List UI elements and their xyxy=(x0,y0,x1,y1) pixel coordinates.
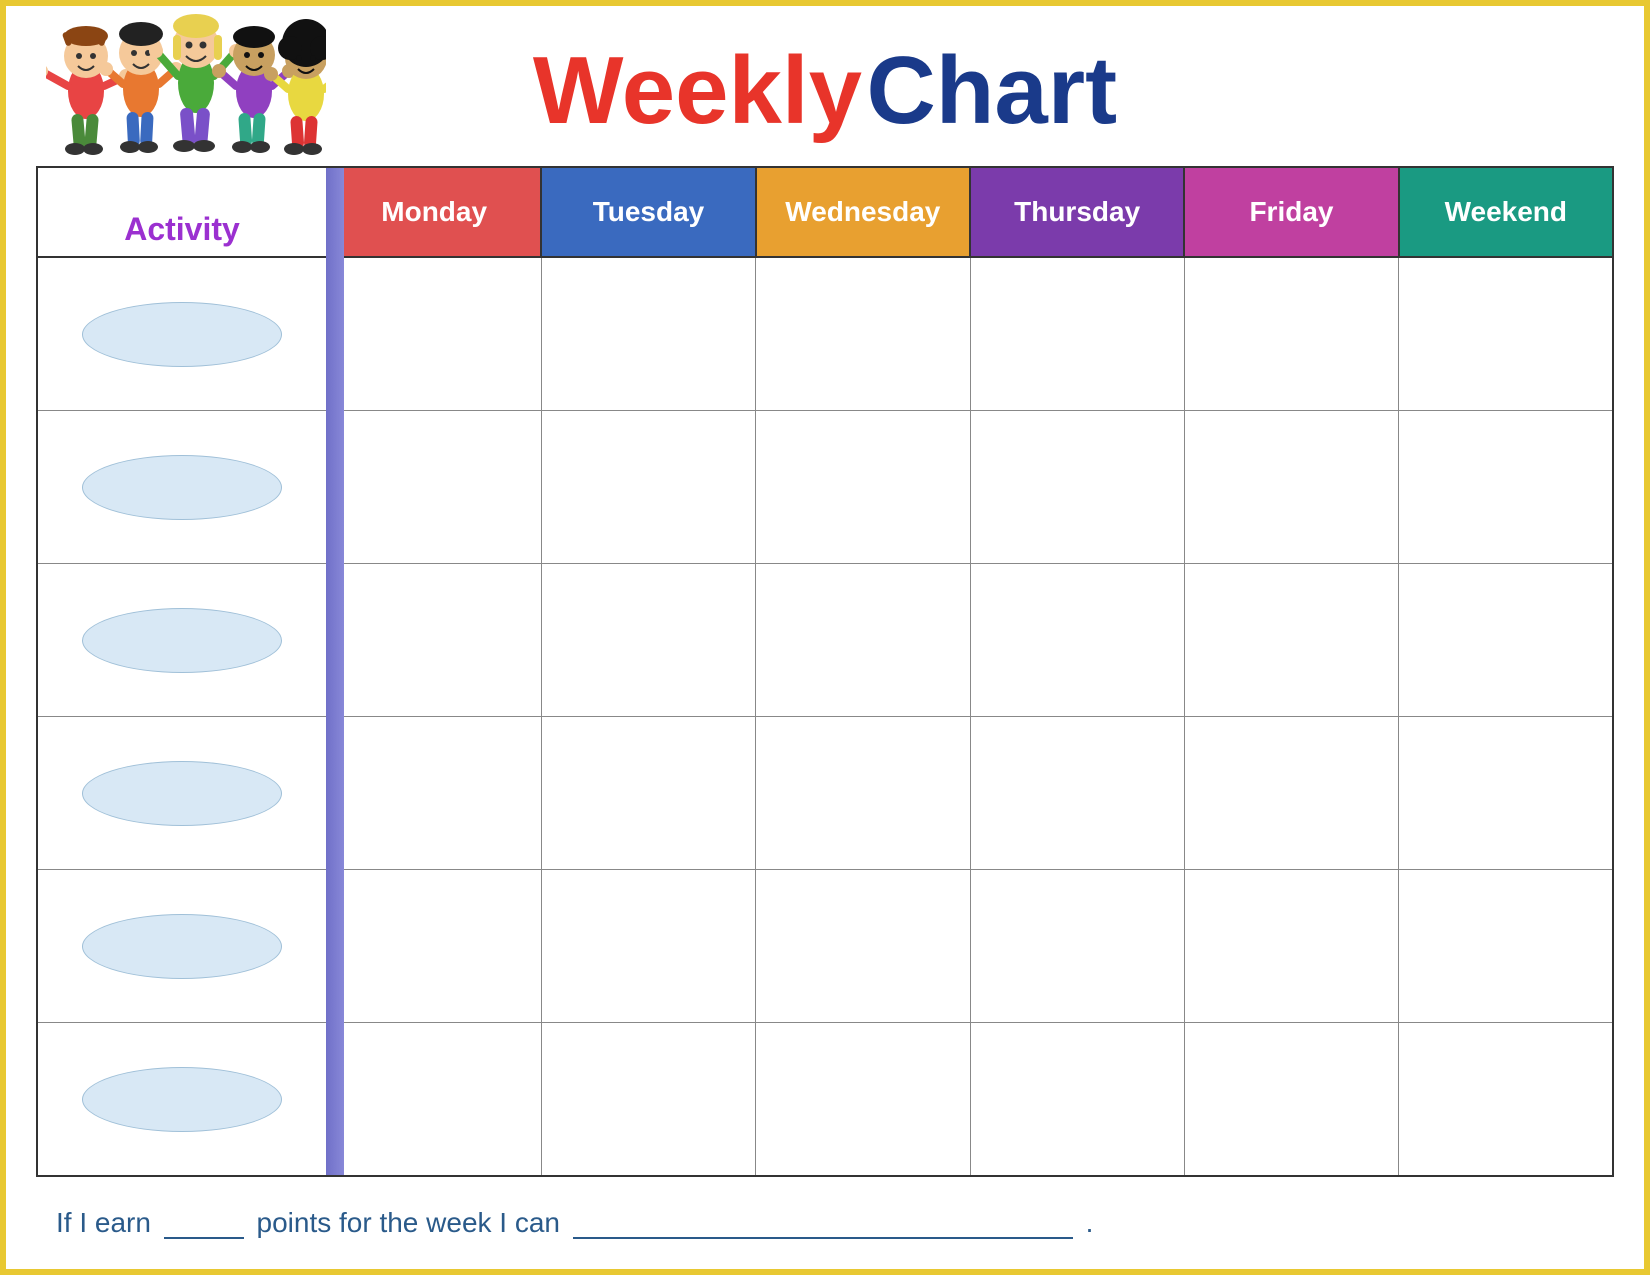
activity-header-cell: Activity xyxy=(38,168,328,256)
table-row xyxy=(38,1023,1612,1175)
reward-blank[interactable] xyxy=(573,1237,1073,1239)
activity-cell-4 xyxy=(38,717,328,869)
data-cell-2-1[interactable] xyxy=(328,411,542,563)
data-cell-6-3[interactable] xyxy=(756,1023,970,1175)
data-cell-5-3[interactable] xyxy=(756,870,970,1022)
header-wednesday: Wednesday xyxy=(757,168,971,256)
header-friday: Friday xyxy=(1185,168,1399,256)
title-weekly: Weekly xyxy=(533,37,862,144)
bottom-text-period: . xyxy=(1086,1207,1094,1238)
data-cell-5-1[interactable] xyxy=(328,870,542,1022)
header-tuesday: Tuesday xyxy=(542,168,756,256)
weekly-chart-table: Activity Monday Tuesday Wednesday Thursd… xyxy=(36,166,1614,1177)
data-cell-3-6[interactable] xyxy=(1399,564,1612,716)
title-chart: Chart xyxy=(866,37,1117,144)
data-cell-2-6[interactable] xyxy=(1399,411,1612,563)
activity-oval-6 xyxy=(82,1067,282,1132)
data-cell-3-2[interactable] xyxy=(542,564,756,716)
data-cell-4-1[interactable] xyxy=(328,717,542,869)
activity-label: Activity xyxy=(124,211,240,248)
data-cell-4-5[interactable] xyxy=(1185,717,1399,869)
data-cell-1-3[interactable] xyxy=(756,258,970,410)
header-weekend: Weekend xyxy=(1400,168,1612,256)
data-cell-6-2[interactable] xyxy=(542,1023,756,1175)
header-monday: Monday xyxy=(328,168,542,256)
activity-cell-5 xyxy=(38,870,328,1022)
data-cell-5-4[interactable] xyxy=(971,870,1185,1022)
data-cell-5-6[interactable] xyxy=(1399,870,1612,1022)
data-cell-1-1[interactable] xyxy=(328,258,542,410)
table-row xyxy=(38,258,1612,411)
data-cell-6-1[interactable] xyxy=(328,1023,542,1175)
data-cell-4-3[interactable] xyxy=(756,717,970,869)
activity-oval-5 xyxy=(82,914,282,979)
table-header-row: Activity Monday Tuesday Wednesday Thursd… xyxy=(38,168,1612,258)
data-cell-6-4[interactable] xyxy=(971,1023,1185,1175)
data-cell-2-5[interactable] xyxy=(1185,411,1399,563)
data-cell-6-6[interactable] xyxy=(1399,1023,1612,1175)
points-blank[interactable] xyxy=(164,1237,244,1239)
data-cell-5-2[interactable] xyxy=(542,870,756,1022)
header: Weekly Chart xyxy=(36,26,1614,156)
activity-oval-1 xyxy=(82,302,282,367)
bottom-text-container: If I earn points for the week I can . xyxy=(36,1207,1614,1239)
table-row xyxy=(38,564,1612,717)
data-cell-1-4[interactable] xyxy=(971,258,1185,410)
data-cell-5-5[interactable] xyxy=(1185,870,1399,1022)
data-cell-3-4[interactable] xyxy=(971,564,1185,716)
activity-cell-6 xyxy=(38,1023,328,1175)
table-row xyxy=(38,411,1612,564)
page-title: Weekly Chart xyxy=(533,36,1117,146)
data-cell-4-2[interactable] xyxy=(542,717,756,869)
data-cell-4-6[interactable] xyxy=(1399,717,1612,869)
data-cell-3-3[interactable] xyxy=(756,564,970,716)
activity-cell-3 xyxy=(38,564,328,716)
bottom-text-part2: points for the week I can xyxy=(257,1207,561,1238)
activity-oval-2 xyxy=(82,455,282,520)
purple-divider xyxy=(326,168,344,1175)
kids-illustration xyxy=(46,0,326,166)
table-row xyxy=(38,717,1612,870)
data-cell-2-4[interactable] xyxy=(971,411,1185,563)
activity-cell-2 xyxy=(38,411,328,563)
data-cell-1-6[interactable] xyxy=(1399,258,1612,410)
data-cell-6-5[interactable] xyxy=(1185,1023,1399,1175)
data-cell-2-3[interactable] xyxy=(756,411,970,563)
data-cell-1-5[interactable] xyxy=(1185,258,1399,410)
page-container: Weekly Chart Activity Monday Tuesday Wed… xyxy=(6,6,1644,1269)
data-cell-1-2[interactable] xyxy=(542,258,756,410)
data-cell-3-1[interactable] xyxy=(328,564,542,716)
data-cell-3-5[interactable] xyxy=(1185,564,1399,716)
activity-oval-3 xyxy=(82,608,282,673)
table-body xyxy=(38,258,1612,1175)
activity-cell-1 xyxy=(38,258,328,410)
table-row xyxy=(38,870,1612,1023)
bottom-text-part1: If I earn xyxy=(56,1207,151,1238)
data-cell-2-2[interactable] xyxy=(542,411,756,563)
header-thursday: Thursday xyxy=(971,168,1185,256)
data-cell-4-4[interactable] xyxy=(971,717,1185,869)
activity-oval-4 xyxy=(82,761,282,826)
